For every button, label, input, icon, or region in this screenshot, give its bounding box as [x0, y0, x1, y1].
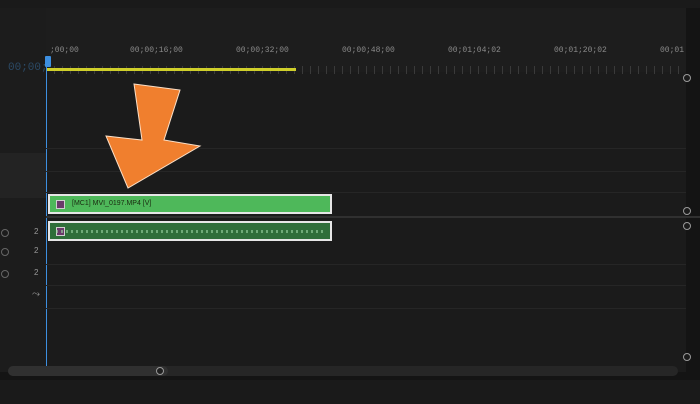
audio-waveform	[56, 230, 326, 233]
horizontal-scrollbar[interactable]	[8, 366, 678, 376]
video-clip-label: [MC1] MVI_0197.MP4 [V]	[72, 200, 152, 207]
video-track-header[interactable]	[0, 153, 46, 198]
audio-track-1-number: 2	[34, 227, 39, 236]
ruler-label: ;00;00	[50, 46, 79, 55]
audio-track-row[interactable]	[46, 286, 686, 309]
vertical-scroll-knob[interactable]	[683, 74, 691, 82]
premiere-timeline-panel: 00;00;00;00 2 2 2 ⤳ ;00;00 00;00;16;00 0…	[0, 0, 700, 404]
ruler-label: 00;00;32;00	[236, 46, 289, 55]
panel-top-bar	[0, 0, 700, 8]
audio-clip[interactable]	[48, 221, 332, 241]
audio-track-row[interactable]	[46, 265, 686, 286]
microphone-icon[interactable]: ⤳	[32, 289, 40, 300]
vertical-scroll-knob[interactable]	[683, 353, 691, 361]
vertical-scroll-knob[interactable]	[683, 222, 691, 230]
video-audio-divider[interactable]	[46, 216, 700, 218]
vertical-scroll-knob[interactable]	[683, 207, 691, 215]
horizontal-scroll-thumb[interactable]	[8, 366, 168, 376]
audio-track-2-number: 2	[34, 246, 39, 255]
ruler-label: 00;01;20;02	[554, 46, 607, 55]
track-headers: 00;00;00;00 2 2 2 ⤳	[0, 8, 81, 372]
work-area-bar[interactable]	[46, 68, 296, 71]
time-ruler[interactable]: ;00;00 00;00;16;00 00;00;32;00 00;00;48;…	[45, 8, 686, 74]
audio-track-3-number: 2	[34, 268, 39, 277]
panel-bottom-strip	[0, 380, 700, 404]
ruler-label: 00;00;48;00	[342, 46, 395, 55]
audio-track-1-eye-icon[interactable]	[1, 229, 9, 237]
fx-badge-icon	[56, 200, 65, 209]
arrow-down-left-icon	[105, 83, 202, 189]
audio-track-2-eye-icon[interactable]	[1, 248, 9, 256]
ruler-label: 00;01	[660, 46, 685, 55]
audio-track-3-eye-icon[interactable]	[1, 270, 9, 278]
video-clip[interactable]: [MC1] MVI_0197.MP4 [V]	[48, 194, 332, 214]
ruler-label: 00;01;04;02	[448, 46, 501, 55]
horizontal-zoom-knob[interactable]	[156, 367, 164, 375]
timeline-area[interactable]: ;00;00 00;00;16;00 00;00;32;00 00;00;48;…	[45, 8, 700, 372]
ruler-label: 00;00;16;00	[130, 46, 183, 55]
audio-track-row[interactable]	[46, 244, 686, 265]
